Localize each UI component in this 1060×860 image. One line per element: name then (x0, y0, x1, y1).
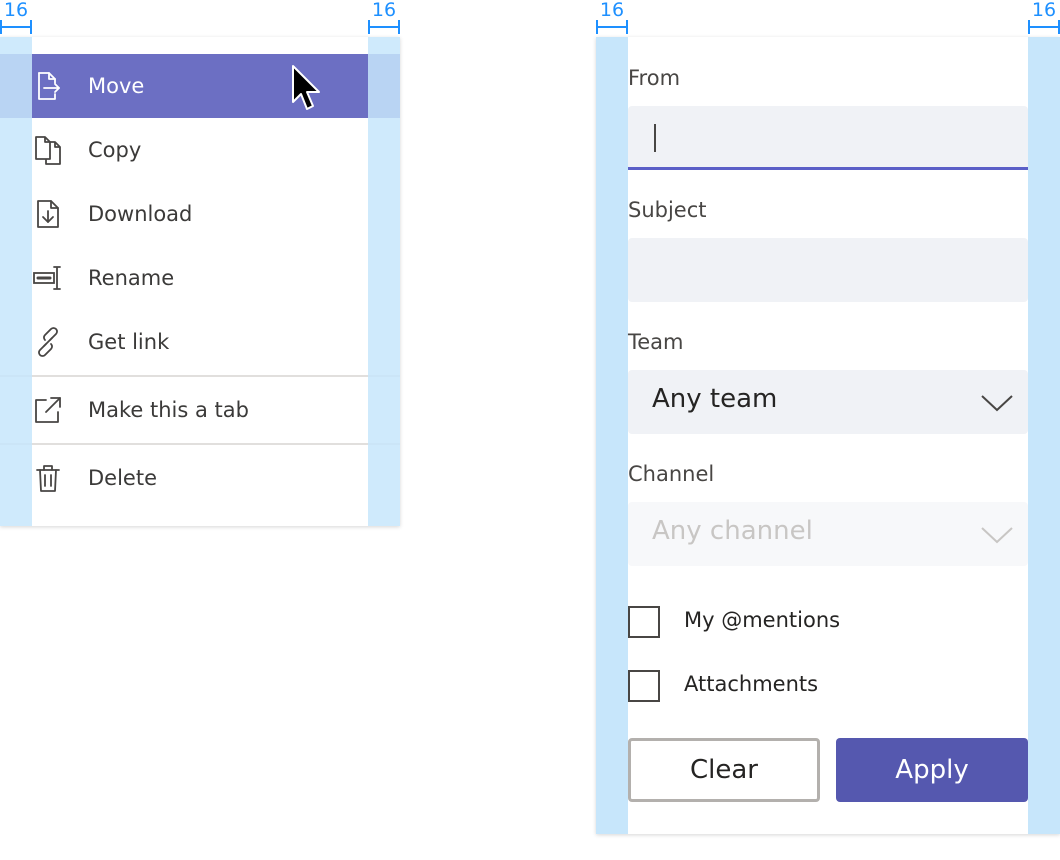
open-external-icon (32, 394, 64, 426)
menu-item-delete[interactable]: Delete (0, 446, 400, 510)
subject-input[interactable] (628, 238, 1028, 302)
channel-label: Channel (628, 462, 715, 486)
spacing-annotation: 16 (1028, 0, 1060, 36)
mentions-checkbox-label[interactable]: My @mentions (684, 608, 840, 632)
menu-item-download[interactable]: Download (0, 182, 400, 246)
mentions-checkbox[interactable] (628, 606, 660, 638)
menu-item-get-link[interactable]: Get link (0, 310, 400, 374)
spacing-value: 16 (1031, 0, 1057, 21)
link-icon (32, 326, 64, 358)
chevron-down-icon (981, 527, 1013, 544)
menu-item-label: Move (88, 74, 145, 98)
menu-item-label: Copy (88, 138, 142, 162)
menu-item-label: Make this a tab (88, 398, 249, 422)
attachments-checkbox[interactable] (628, 670, 660, 702)
team-label: Team (628, 330, 684, 354)
spacing-annotation: 16 (596, 0, 628, 36)
spacing-annotation: 16 (368, 0, 400, 36)
rename-icon (32, 262, 64, 294)
menu-item-move[interactable]: Move (0, 54, 400, 118)
cursor-icon (292, 65, 320, 110)
padding-guide-right (1028, 37, 1060, 834)
padding-guide-left (596, 37, 628, 834)
copy-icon (32, 134, 64, 166)
menu-item-copy[interactable]: Copy (0, 118, 400, 182)
spacing-value: 16 (3, 0, 29, 21)
menu-item-label: Rename (88, 266, 175, 290)
move-file-icon (32, 70, 64, 102)
download-file-icon (32, 198, 64, 230)
from-label: From (628, 66, 681, 90)
padding-guide-left (0, 37, 32, 526)
subject-label: Subject (628, 198, 707, 222)
chevron-down-icon (981, 395, 1013, 412)
padding-guide-right (368, 37, 400, 526)
spacing-value: 16 (371, 0, 397, 21)
menu-divider (0, 375, 400, 377)
menu-item-label: Delete (88, 466, 157, 490)
team-dropdown[interactable]: Any team (628, 370, 1028, 434)
apply-button[interactable]: Apply (836, 738, 1028, 802)
text-caret (654, 124, 656, 152)
menu-item-label: Download (88, 202, 193, 226)
attachments-checkbox-label[interactable]: Attachments (684, 672, 818, 696)
team-dropdown-value: Any team (652, 384, 778, 414)
menu-divider (0, 443, 400, 445)
menu-item-make-tab[interactable]: Make this a tab (0, 378, 400, 442)
menu-item-label: Get link (88, 330, 170, 354)
spacing-annotation: 16 (0, 0, 32, 36)
trash-icon (32, 462, 64, 494)
menu-item-rename[interactable]: Rename (0, 246, 400, 310)
from-input[interactable] (628, 106, 1028, 170)
spacing-value: 16 (599, 0, 625, 21)
channel-dropdown-value: Any channel (652, 516, 813, 546)
channel-dropdown[interactable]: Any channel (628, 502, 1028, 566)
clear-button[interactable]: Clear (628, 738, 820, 802)
